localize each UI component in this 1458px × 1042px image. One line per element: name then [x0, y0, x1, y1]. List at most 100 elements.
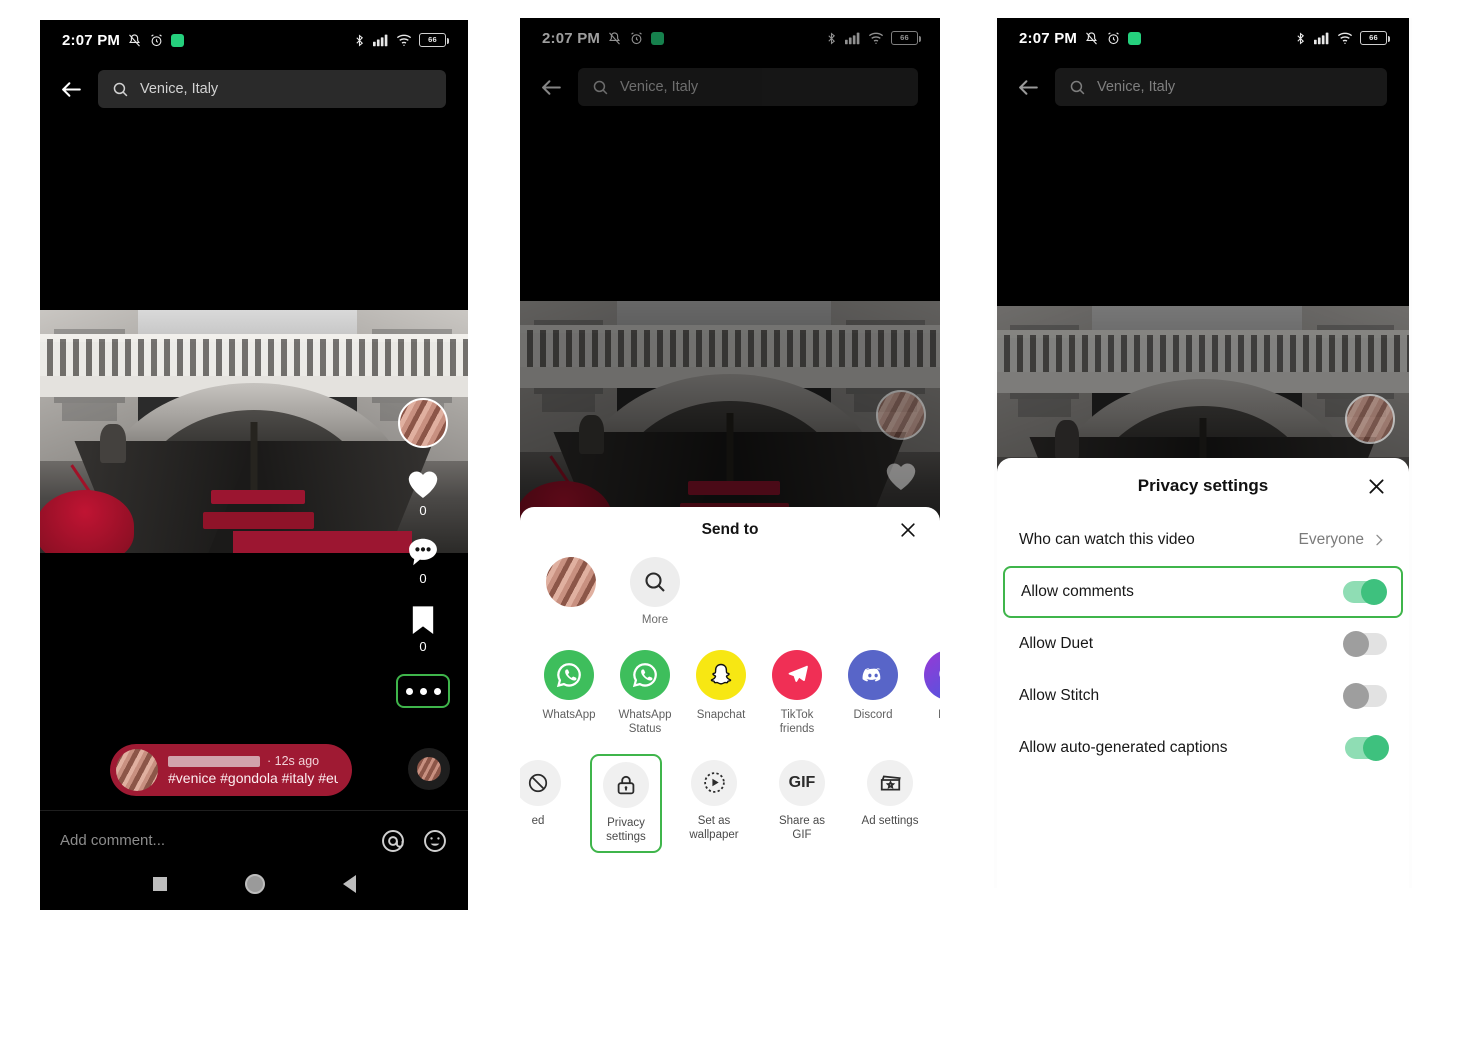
avatar[interactable] — [876, 390, 926, 440]
status-bar-3: 2:07 PM 66 — [997, 18, 1409, 58]
search-query-text: Venice, Italy — [620, 79, 699, 95]
search-input[interactable]: Venice, Italy — [1055, 68, 1387, 106]
caption-hashtags: #venice #gondola #italy #europe — [168, 770, 338, 786]
action-label: Share as GIF — [778, 814, 826, 842]
allow-comments-toggle[interactable] — [1343, 579, 1387, 605]
app-screen-privacy: 2:07 PM 66 Venice, Italy Privacy setting… — [997, 18, 1409, 888]
action-privacy-settings[interactable]: Privacy settings — [590, 753, 662, 853]
bluetooth-icon — [825, 31, 838, 46]
back-arrow-icon[interactable] — [1013, 72, 1043, 102]
share-app-tiktok-friends[interactable]: TikTok friends — [770, 649, 824, 736]
like-button[interactable]: 0 — [405, 466, 441, 518]
emoji-icon — [424, 829, 446, 852]
android-nav-bar-1 — [40, 862, 468, 906]
avatar[interactable] — [1345, 394, 1395, 444]
search-input[interactable]: Venice, Italy — [578, 68, 918, 106]
row-label: Who can watch this video — [1019, 531, 1195, 548]
app-label: Discord — [853, 708, 893, 721]
search-icon — [593, 80, 608, 94]
privacy-row-auto-captions[interactable]: Allow auto-generated captions — [1003, 722, 1403, 774]
play-circle-icon — [691, 759, 737, 806]
share-contacts-row: More — [520, 553, 940, 628]
more-label: More — [641, 614, 669, 626]
green-indicator-icon — [1128, 31, 1142, 45]
privacy-row-allow-stitch[interactable]: Allow Stitch — [1003, 670, 1403, 722]
search-query-text: Venice, Italy — [140, 81, 219, 97]
bluetooth-icon — [353, 33, 366, 48]
avatar[interactable] — [398, 398, 448, 448]
search-header-2: Venice, Italy — [520, 58, 940, 116]
share-app-messenger[interactable]: Mes — [922, 649, 940, 722]
dot-icon — [433, 687, 441, 695]
privacy-sheet-header: Privacy settings — [997, 458, 1409, 514]
tiktok-send-icon — [772, 649, 822, 700]
caption-timestamp: · 12s ago — [267, 754, 320, 768]
mention-icon — [382, 829, 404, 852]
contact-item[interactable] — [542, 557, 600, 614]
home-circle-icon[interactable] — [244, 874, 265, 894]
status-time: 2:07 PM — [62, 31, 121, 49]
video-caption[interactable]: · 12s ago #venice #gondola #italy #europ… — [110, 744, 352, 796]
action-not-interested[interactable]: ed — [520, 754, 574, 834]
action-share-as-gif[interactable]: GIF Share as GIF — [766, 754, 838, 849]
bookmark-count: 0 — [419, 639, 427, 654]
search-input[interactable]: Venice, Italy — [98, 70, 446, 108]
action-rail-2 — [876, 390, 926, 492]
dot-icon — [405, 687, 413, 695]
share-apps-row: WhatsApp WhatsApp Status Snapchat TikTok… — [520, 628, 940, 736]
close-icon[interactable] — [898, 520, 918, 540]
share-app-whatsapp-status[interactable]: WhatsApp Status — [618, 649, 672, 736]
action-set-as-wallpaper[interactable]: Set as wallpaper — [678, 754, 750, 849]
app-label: TikTok friends — [779, 708, 815, 735]
app-screen-feed: 2:07 PM 66 Venice, Italy 0 0 0 · 12s ago… — [40, 20, 468, 910]
bookmark-icon — [412, 606, 434, 634]
green-indicator-icon — [651, 31, 665, 45]
app-label: Snapchat — [696, 708, 746, 721]
bookmark-button[interactable]: 0 — [408, 604, 438, 654]
action-rail-3 — [1345, 394, 1395, 444]
share-app-whatsapp[interactable]: WhatsApp — [542, 649, 596, 722]
auto-captions-toggle[interactable] — [1345, 735, 1389, 761]
privacy-row-allow-duet[interactable]: Allow Duet — [1003, 618, 1403, 670]
comment-button[interactable]: 0 — [406, 536, 440, 586]
whatsapp-status-icon — [620, 649, 670, 700]
comment-icon — [409, 538, 437, 566]
share-app-discord[interactable]: Discord — [846, 649, 900, 722]
row-label: Allow comments — [1021, 583, 1134, 600]
back-arrow-icon[interactable] — [536, 72, 566, 102]
recents-square-icon[interactable] — [152, 877, 167, 891]
cellular-signal-icon — [373, 33, 389, 47]
like-button[interactable] — [883, 458, 919, 492]
search-header-1: Venice, Italy — [40, 60, 468, 118]
privacy-row-who-can-watch[interactable]: Who can watch this video Everyone — [1003, 514, 1403, 566]
status-time: 2:07 PM — [1019, 29, 1078, 47]
share-sheet-header: Send to — [520, 507, 940, 553]
more-contacts-button[interactable]: More — [626, 557, 684, 628]
redacted-username — [168, 755, 260, 767]
share-app-snapchat[interactable]: Snapchat — [694, 649, 748, 722]
action-ad-settings[interactable]: Ad settings — [854, 754, 926, 834]
cellular-signal-icon — [1314, 31, 1330, 45]
mute-icon — [607, 31, 622, 46]
music-disc-button[interactable] — [408, 748, 450, 790]
contact-avatar — [546, 557, 596, 607]
back-arrow-icon[interactable] — [56, 74, 86, 104]
add-comment-input[interactable]: Add comment... — [60, 832, 364, 849]
wifi-icon — [1337, 31, 1353, 45]
wifi-icon — [868, 31, 884, 45]
app-screen-share: 2:07 PM 66 Venice, Italy Send to More Wh… — [520, 18, 940, 910]
gif-icon: GIF — [779, 759, 825, 806]
comment-count: 0 — [419, 571, 427, 586]
search-header-3: Venice, Italy — [997, 58, 1409, 116]
alarm-icon — [629, 31, 644, 46]
bluetooth-icon — [1294, 31, 1307, 46]
allow-stitch-toggle[interactable] — [1343, 683, 1387, 709]
more-options-button[interactable] — [396, 674, 450, 708]
cellular-signal-icon — [845, 31, 861, 45]
close-icon[interactable] — [1366, 476, 1387, 497]
privacy-row-allow-comments[interactable]: Allow comments — [1003, 566, 1403, 618]
status-bar-2: 2:07 PM 66 — [520, 18, 940, 58]
share-sheet-title: Send to — [701, 521, 759, 538]
allow-duet-toggle[interactable] — [1343, 631, 1387, 657]
back-triangle-icon[interactable] — [342, 875, 356, 893]
